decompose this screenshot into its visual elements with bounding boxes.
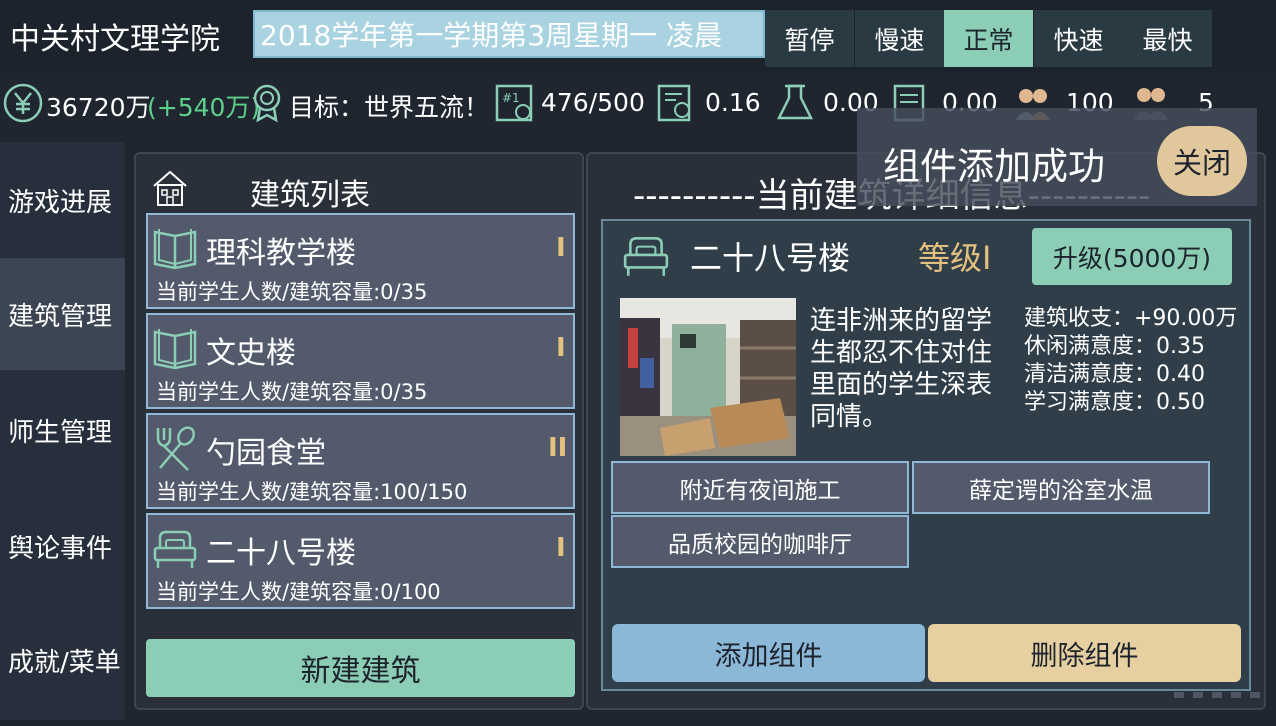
detail-building-level: 等级I xyxy=(918,239,992,277)
speed-pause-button[interactable]: 暂停 xyxy=(765,10,854,67)
book-icon xyxy=(153,229,197,270)
building-name: 文史楼 xyxy=(206,336,296,371)
bed-icon xyxy=(623,236,669,276)
detail-building-name: 二十八号楼 xyxy=(690,239,851,277)
sidebar-item-achievements-menu[interactable]: 成就/菜单 xyxy=(0,604,125,716)
toast-message: 组件添加成功 xyxy=(883,145,1105,188)
speed-slow-button[interactable]: 慢速 xyxy=(855,10,944,67)
building-level: II xyxy=(548,433,568,463)
metric-study: 学习满意度：0.50 xyxy=(1024,390,1205,415)
building-name: 勺园食堂 xyxy=(206,436,326,471)
delete-component-button[interactable]: 删除组件 xyxy=(928,624,1241,682)
money-value: 36720万 xyxy=(46,93,151,122)
award-icon xyxy=(253,84,281,123)
toast-close-button[interactable]: 关闭 xyxy=(1157,126,1247,196)
page-dot xyxy=(1193,692,1203,698)
building-capacity: 当前学生人数/建筑容量:0/100 xyxy=(156,580,441,604)
house-icon xyxy=(153,170,187,206)
speed-fast-button[interactable]: 快速 xyxy=(1034,10,1123,67)
new-building-button[interactable]: 新建建筑 xyxy=(146,639,575,697)
yen-icon xyxy=(3,83,43,123)
svg-text:#1: #1 xyxy=(502,91,520,105)
building-name: 二十八号楼 xyxy=(206,536,356,571)
component-item[interactable]: 薛定谔的浴室水温 xyxy=(912,461,1210,514)
building-capacity: 当前学生人数/建筑容量:0/35 xyxy=(156,380,428,404)
bed-icon xyxy=(153,530,197,568)
page-dot xyxy=(1212,692,1222,698)
book-icon xyxy=(153,329,197,370)
sidebar-item-public-opinion[interactable]: 舆论事件 xyxy=(0,490,125,602)
capacity-value: 476/500 xyxy=(541,88,645,117)
sidebar-item-building-management[interactable]: 建筑管理 xyxy=(0,258,125,370)
page-dot xyxy=(1250,692,1260,698)
sidebar-item-people-management[interactable]: 师生管理 xyxy=(0,374,125,486)
campus-network-icon: #1 xyxy=(495,84,533,122)
research-value: 0.16 xyxy=(705,88,761,117)
building-level: I xyxy=(556,533,566,563)
component-item[interactable]: 附近有夜间施工 xyxy=(611,461,909,514)
building-capacity: 当前学生人数/建筑容量:0/35 xyxy=(156,280,428,304)
speed-fastest-button[interactable]: 最快 xyxy=(1123,10,1212,67)
building-capacity: 当前学生人数/建筑容量:100/150 xyxy=(156,480,468,504)
add-component-button[interactable]: 添加组件 xyxy=(612,624,925,682)
school-name: 中关村文理学院 xyxy=(10,22,220,57)
building-name: 理科教学楼 xyxy=(206,236,356,271)
upgrade-button[interactable]: 升级(5000万) xyxy=(1032,228,1232,285)
page-dot xyxy=(1174,692,1184,698)
page-dot xyxy=(1231,692,1241,698)
goal-text: 目标：世界五流！ xyxy=(289,93,490,122)
research-icon xyxy=(657,84,691,122)
speed-normal-button[interactable]: 正常 xyxy=(944,10,1033,67)
fork-spoon-icon xyxy=(156,426,195,471)
flask-icon xyxy=(776,84,814,120)
building-level: I xyxy=(556,233,566,263)
money-delta: (+540万) xyxy=(147,93,261,122)
building-description: 连非洲来的留学生都忍不住对住里面的学生深表同情。 xyxy=(810,306,993,432)
building-level: I xyxy=(556,333,566,363)
building-list-title: 建筑列表 xyxy=(250,178,370,213)
sidebar-item-game-progress[interactable]: 游戏进展 xyxy=(0,144,125,256)
component-item[interactable]: 品质校园的咖啡厅 xyxy=(611,515,909,568)
building-photo xyxy=(620,298,796,456)
date-text: 2018学年第一学期第3周星期一 凌晨 xyxy=(260,19,722,52)
